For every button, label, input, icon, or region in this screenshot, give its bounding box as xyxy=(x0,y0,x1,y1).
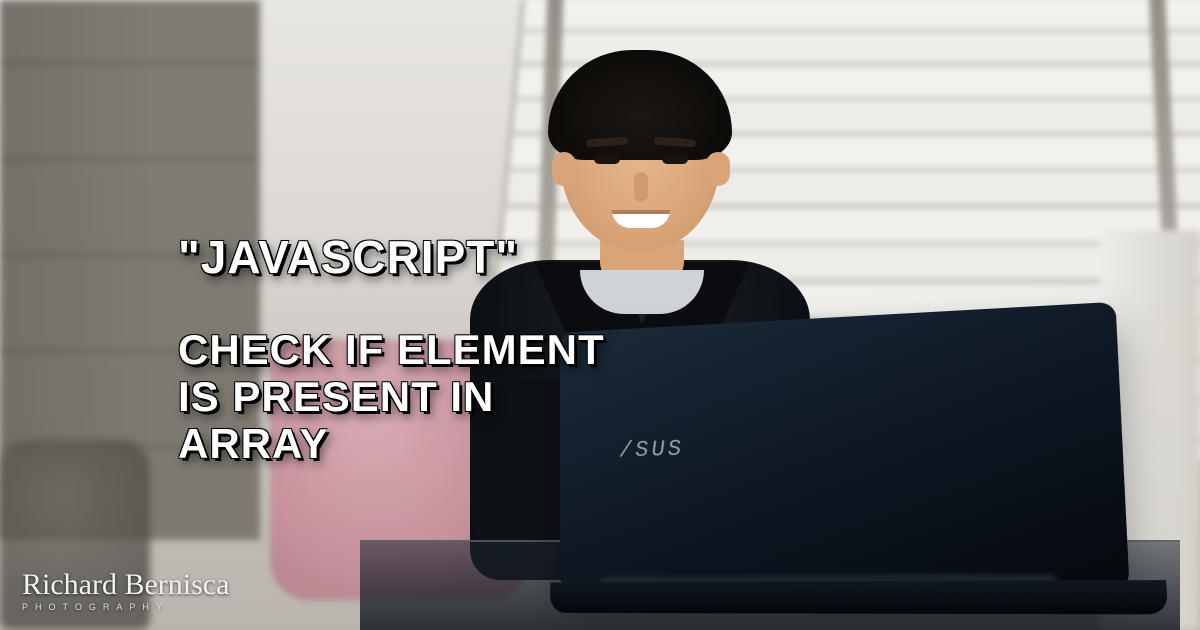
smile xyxy=(612,210,670,228)
laptop-base xyxy=(550,580,1168,614)
watermark-signature: Richard Bernisca xyxy=(22,570,229,600)
nose xyxy=(634,172,648,202)
title-line-4: ARRAY xyxy=(178,420,818,467)
ear xyxy=(706,152,730,186)
title-line-1: "JAVASCRIPT" xyxy=(178,232,818,284)
thumbnail-scene: /SUS "JAVASCRIPT" CHECK IF ELEMENT IS PR… xyxy=(0,0,1200,630)
title-overlay: "JAVASCRIPT" CHECK IF ELEMENT IS PRESENT… xyxy=(178,232,818,467)
eye xyxy=(594,154,620,164)
ear xyxy=(552,152,576,186)
title-line-2: CHECK IF ELEMENT xyxy=(178,326,818,373)
title-line-3: IS PRESENT IN xyxy=(178,373,818,420)
eye xyxy=(662,154,688,164)
watermark-subtitle: PHOTOGRAPHY xyxy=(22,602,229,612)
hair xyxy=(548,50,732,160)
photographer-watermark: Richard Bernisca PHOTOGRAPHY xyxy=(22,570,229,612)
